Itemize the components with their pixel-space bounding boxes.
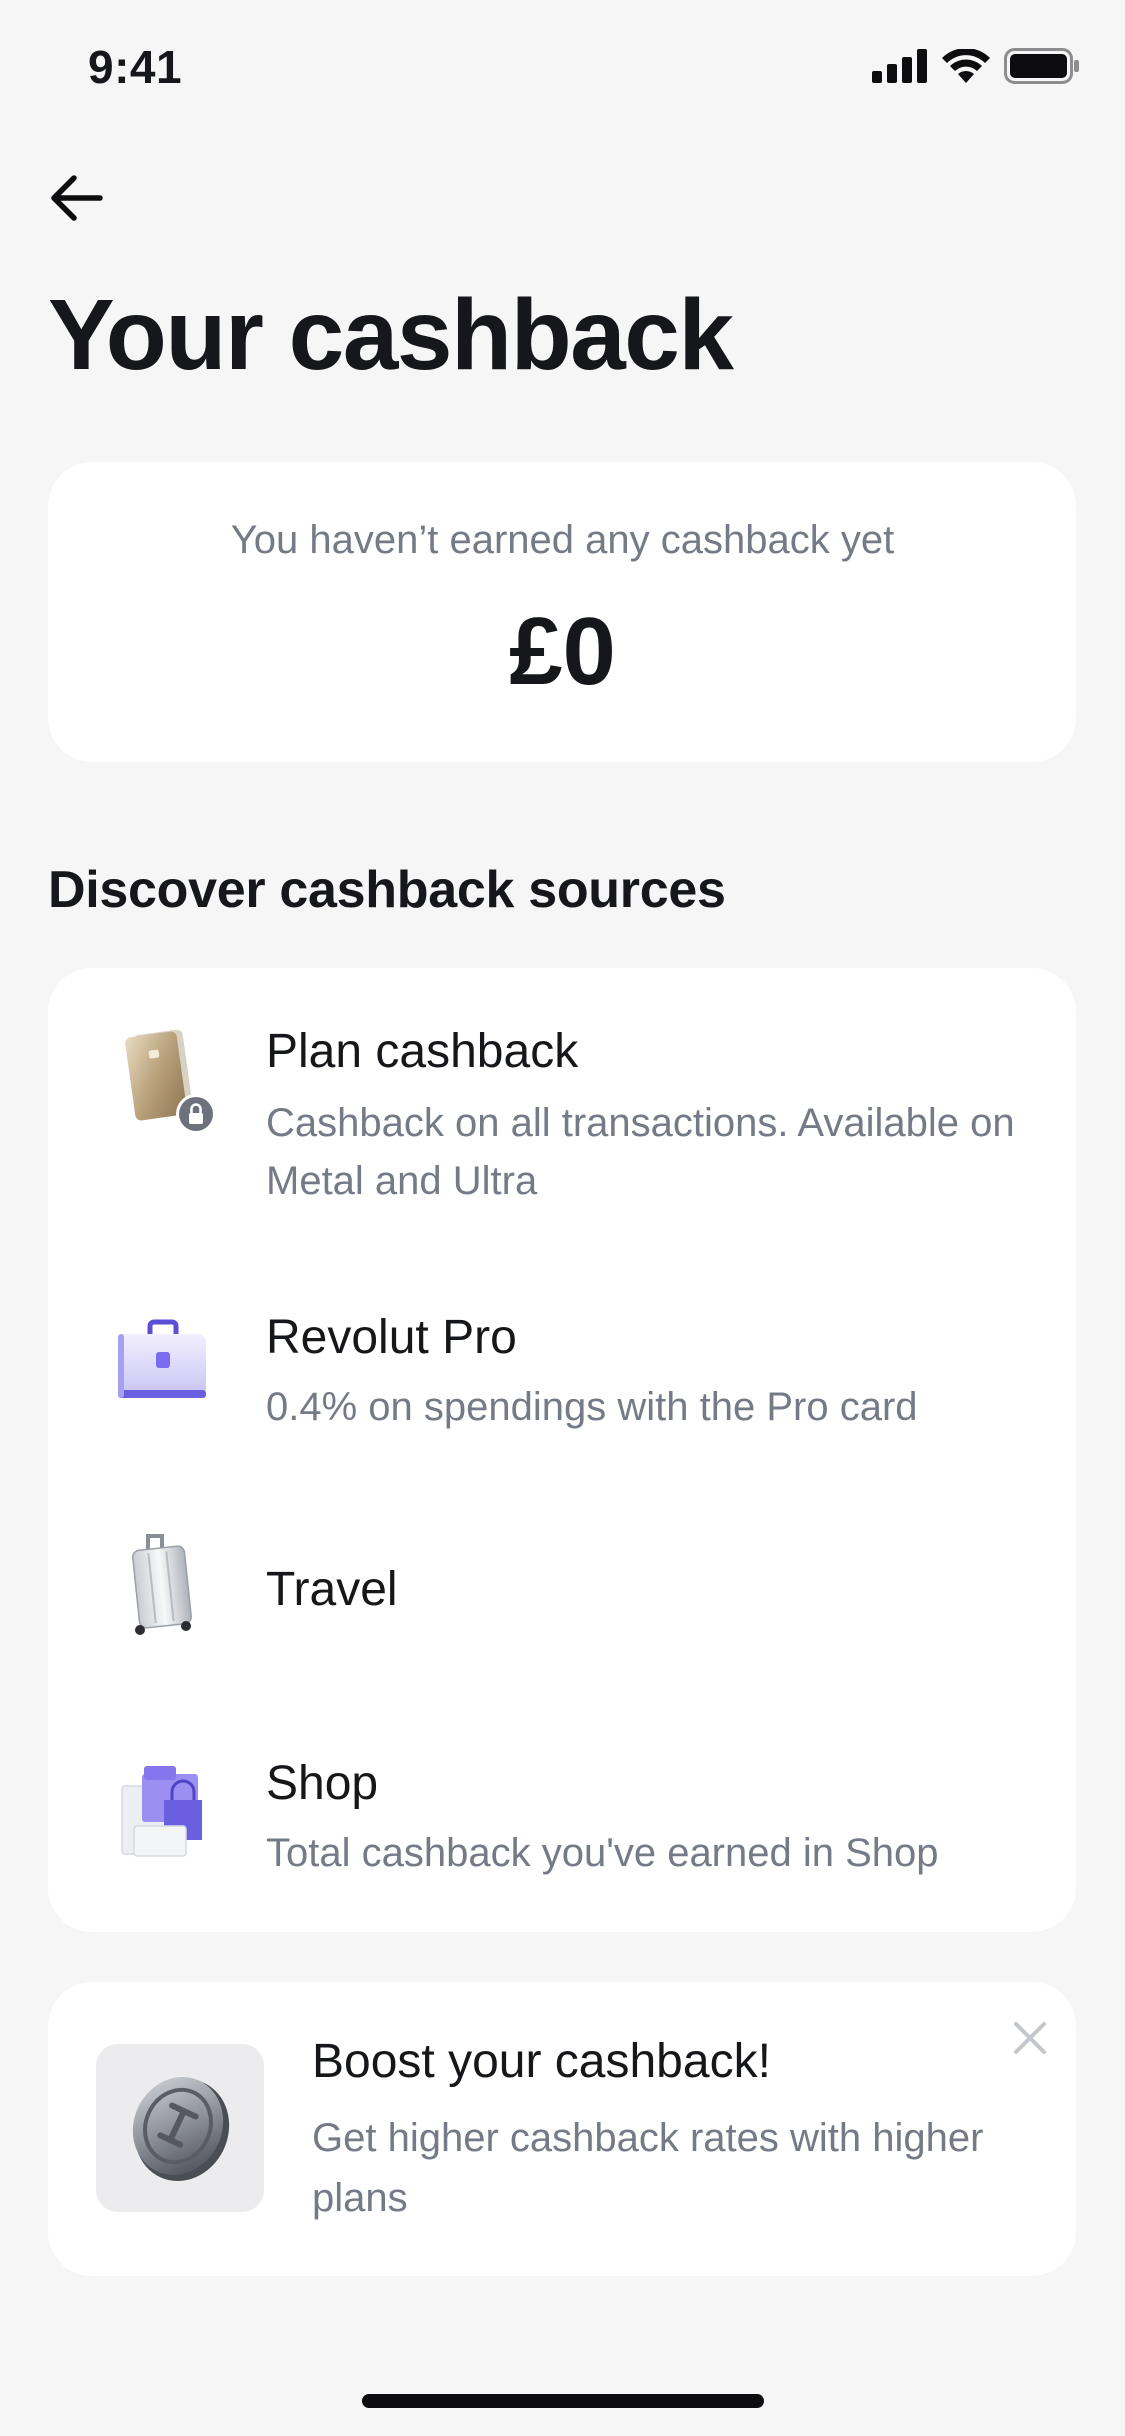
close-icon (1014, 2022, 1046, 2054)
status-bar: 9:41 (0, 0, 1125, 140)
close-banner-button[interactable] (1004, 2012, 1056, 2064)
cashback-amount: £0 (509, 598, 616, 705)
boost-description: Get higher cashback rates with higher pl… (312, 2116, 984, 2220)
source-title: Travel (266, 1563, 398, 1616)
source-title: Shop (266, 1757, 379, 1810)
page-title: Your cashback (48, 279, 734, 391)
source-description: Cashback on all transactions. Available … (266, 1101, 1015, 1203)
arrow-left-icon (51, 175, 103, 221)
source-item-travel[interactable]: Travel (48, 1530, 1076, 1650)
source-description: Total cashback you've earned in Shop (266, 1831, 939, 1875)
source-title: Revolut Pro (266, 1311, 517, 1364)
back-button[interactable] (44, 166, 108, 230)
source-title: Plan cashback (266, 1025, 579, 1078)
metal-card-icon (125, 1029, 216, 1134)
source-item-plan-cashback[interactable]: Plan cashback Cashback on all transactio… (48, 1010, 1076, 1210)
status-icons (872, 48, 1080, 84)
source-description: 0.4% on spendings with the Pro card (266, 1385, 918, 1429)
shopping-bag-icon (121, 1766, 202, 1857)
source-item-shop[interactable]: Shop Total cashback you've earned in Sho… (48, 1746, 1076, 1886)
section-title-sources: Discover cashback sources (48, 861, 726, 919)
battery-icon (1004, 48, 1079, 84)
wifi-icon (942, 49, 990, 83)
suitcase-icon (132, 1534, 192, 1635)
coin-icon (132, 2077, 230, 2181)
cellular-signal-icon (872, 49, 927, 83)
boost-thumbnail (96, 2044, 264, 2212)
briefcase-icon (118, 1319, 206, 1398)
status-time: 9:41 (88, 41, 183, 93)
source-item-revolut-pro[interactable]: Revolut Pro 0.4% on spendings with the P… (48, 1300, 1076, 1440)
home-indicator (362, 2394, 764, 2408)
cashback-summary-message: You haven’t earned any cashback yet (230, 518, 895, 562)
boost-title: Boost your cashback! (312, 2035, 771, 2088)
